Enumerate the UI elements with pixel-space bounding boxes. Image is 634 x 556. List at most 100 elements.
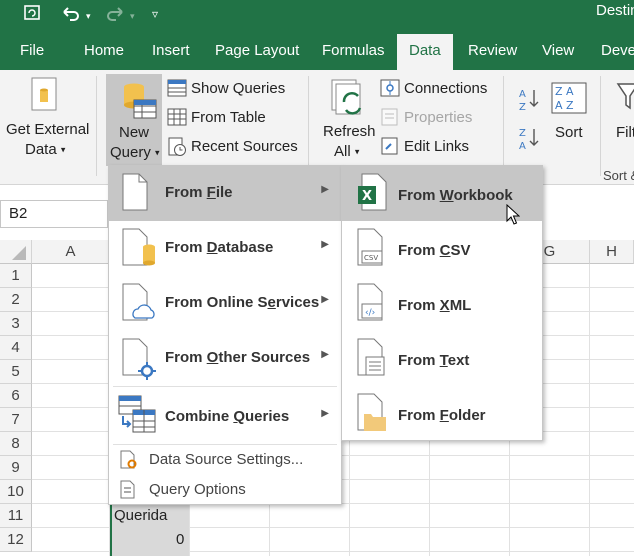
sort-descending-icon[interactable]: ZA [518, 125, 540, 156]
menu-item-from-online-services[interactable]: From Online Services ▶ [109, 276, 341, 331]
refresh-all-label-2: All ▾ [334, 143, 360, 160]
menu-item-query-options[interactable]: Query Options [109, 476, 341, 504]
new-query-label-1: New [119, 124, 150, 141]
svg-text:Z: Z [519, 102, 526, 112]
column-header-a[interactable]: A [32, 240, 110, 264]
tab-file[interactable]: File [20, 34, 44, 70]
svg-text:A: A [519, 89, 526, 100]
other-sources-icon [121, 337, 161, 386]
menu-item-from-database[interactable]: From Database ▶ [109, 221, 341, 276]
row-header-6[interactable]: 6 [0, 384, 32, 408]
row-header-2[interactable]: 2 [0, 288, 32, 312]
tab-insert[interactable]: Insert [152, 34, 190, 70]
folder-icon [356, 392, 390, 439]
from-other-sources-label: From Other Sources [165, 349, 311, 366]
new-query-menu: From File ▶ From Database ▶ From Online … [108, 165, 342, 505]
sort-filter-group-label: Sort & [603, 168, 634, 183]
row-header-7[interactable]: 7 [0, 408, 32, 432]
text-file-icon [356, 337, 390, 384]
database-icon [121, 227, 157, 274]
combine-queries-label: Combine Queries [165, 408, 290, 425]
name-box[interactable]: B2 [0, 200, 108, 228]
show-queries-label: Show Queries [191, 80, 286, 97]
from-table-label: From Table [191, 109, 266, 126]
filter-label: Filt [616, 124, 634, 141]
combine-icon [117, 394, 159, 443]
from-text-label: From Text [398, 352, 470, 369]
external-data-icon [28, 76, 64, 119]
table-icon [167, 108, 187, 131]
chevron-right-icon: ▶ [321, 349, 329, 360]
menu-item-from-file[interactable]: From File ▶ [109, 166, 341, 221]
cell-b12[interactable]: 0 [176, 531, 184, 548]
filter-icon [616, 82, 634, 117]
from-workbook-label: From Workbook [398, 187, 513, 204]
properties-label: Properties [404, 109, 473, 126]
from-xml-label: From XML [398, 297, 472, 314]
title-bar: ▾ ▾ ▿ Destin [0, 0, 634, 34]
edit-links-label: Edit Links [404, 138, 470, 155]
chevron-right-icon: ▶ [321, 294, 329, 305]
connections-label: Connections [404, 80, 488, 97]
tab-review[interactable]: Review [468, 34, 517, 70]
mouse-pointer-icon [506, 203, 521, 231]
xml-icon: ‹/› [356, 282, 390, 329]
file-icon [121, 172, 149, 217]
menu-item-from-other-sources[interactable]: From Other Sources ▶ [109, 331, 341, 386]
tab-developer[interactable]: Deve [601, 34, 634, 70]
menu-item-combine-queries[interactable]: Combine Queries ▶ [109, 390, 341, 445]
row-header-10[interactable]: 10 [0, 480, 32, 504]
column-header-h[interactable]: H [590, 240, 634, 264]
window-title: Destin [596, 2, 634, 19]
customize-qat-icon[interactable]: ▿ [152, 4, 158, 24]
row-header-11[interactable]: 11 [0, 504, 32, 528]
tab-data[interactable]: Data [397, 34, 453, 70]
tab-view[interactable]: View [542, 34, 574, 70]
properties-icon [380, 108, 400, 131]
sort-icon: Z AA Z [551, 82, 587, 119]
edit-links-icon [380, 137, 400, 160]
row-header-1[interactable]: 1 [0, 264, 32, 288]
query-options-label: Query Options [149, 481, 246, 498]
undo-dropdown-icon[interactable]: ▾ [86, 6, 91, 26]
menu-item-data-source-settings[interactable]: Data Source Settings... [109, 446, 341, 474]
submenu-item-from-text[interactable]: From Text [342, 331, 542, 386]
options-icon [119, 480, 139, 505]
new-query-icon [114, 80, 158, 125]
from-csv-label: From CSV [398, 242, 471, 259]
recent-sources-label: Recent Sources [191, 138, 298, 155]
row-header-4[interactable]: 4 [0, 336, 32, 360]
submenu-item-from-xml[interactable]: ‹/› From XML [342, 276, 542, 331]
settings-icon [119, 450, 139, 475]
cell-b11[interactable]: Querida [114, 507, 167, 524]
redo-icon[interactable] [104, 2, 126, 27]
svg-text:A: A [519, 141, 526, 151]
row-header-3[interactable]: 3 [0, 312, 32, 336]
row-header-12[interactable]: 12 [0, 528, 32, 552]
chevron-right-icon: ▶ [321, 408, 329, 419]
autosave-icon[interactable] [22, 2, 42, 27]
recent-sources-icon [167, 137, 187, 162]
tab-formulas[interactable]: Formulas [322, 34, 385, 70]
row-header-9[interactable]: 9 [0, 456, 32, 480]
svg-text:Z A: Z A [555, 85, 574, 98]
from-folder-label: From Folder [398, 407, 486, 424]
chevron-right-icon: ▶ [321, 239, 329, 250]
row-header-5[interactable]: 5 [0, 360, 32, 384]
refresh-icon [330, 78, 368, 123]
ribbon-tabs: File Home Insert Page Layout Formulas Da… [0, 34, 634, 70]
submenu-item-from-folder[interactable]: From Folder [342, 386, 542, 441]
select-all-corner[interactable] [0, 240, 32, 264]
redo-dropdown-icon[interactable]: ▾ [130, 6, 135, 26]
tab-home[interactable]: Home [84, 34, 124, 70]
connections-icon [380, 79, 400, 102]
svg-text:A Z: A Z [555, 99, 574, 112]
from-database-label: From Database [165, 239, 274, 256]
svg-text:‹/›: ‹/› [365, 308, 375, 318]
tab-page-layout[interactable]: Page Layout [215, 34, 299, 70]
svg-text:Z: Z [519, 128, 526, 139]
new-query-button[interactable]: New Query ▾ [106, 74, 162, 166]
row-header-8[interactable]: 8 [0, 432, 32, 456]
undo-icon[interactable] [60, 2, 82, 27]
sort-ascending-icon[interactable]: AZ [518, 86, 540, 117]
